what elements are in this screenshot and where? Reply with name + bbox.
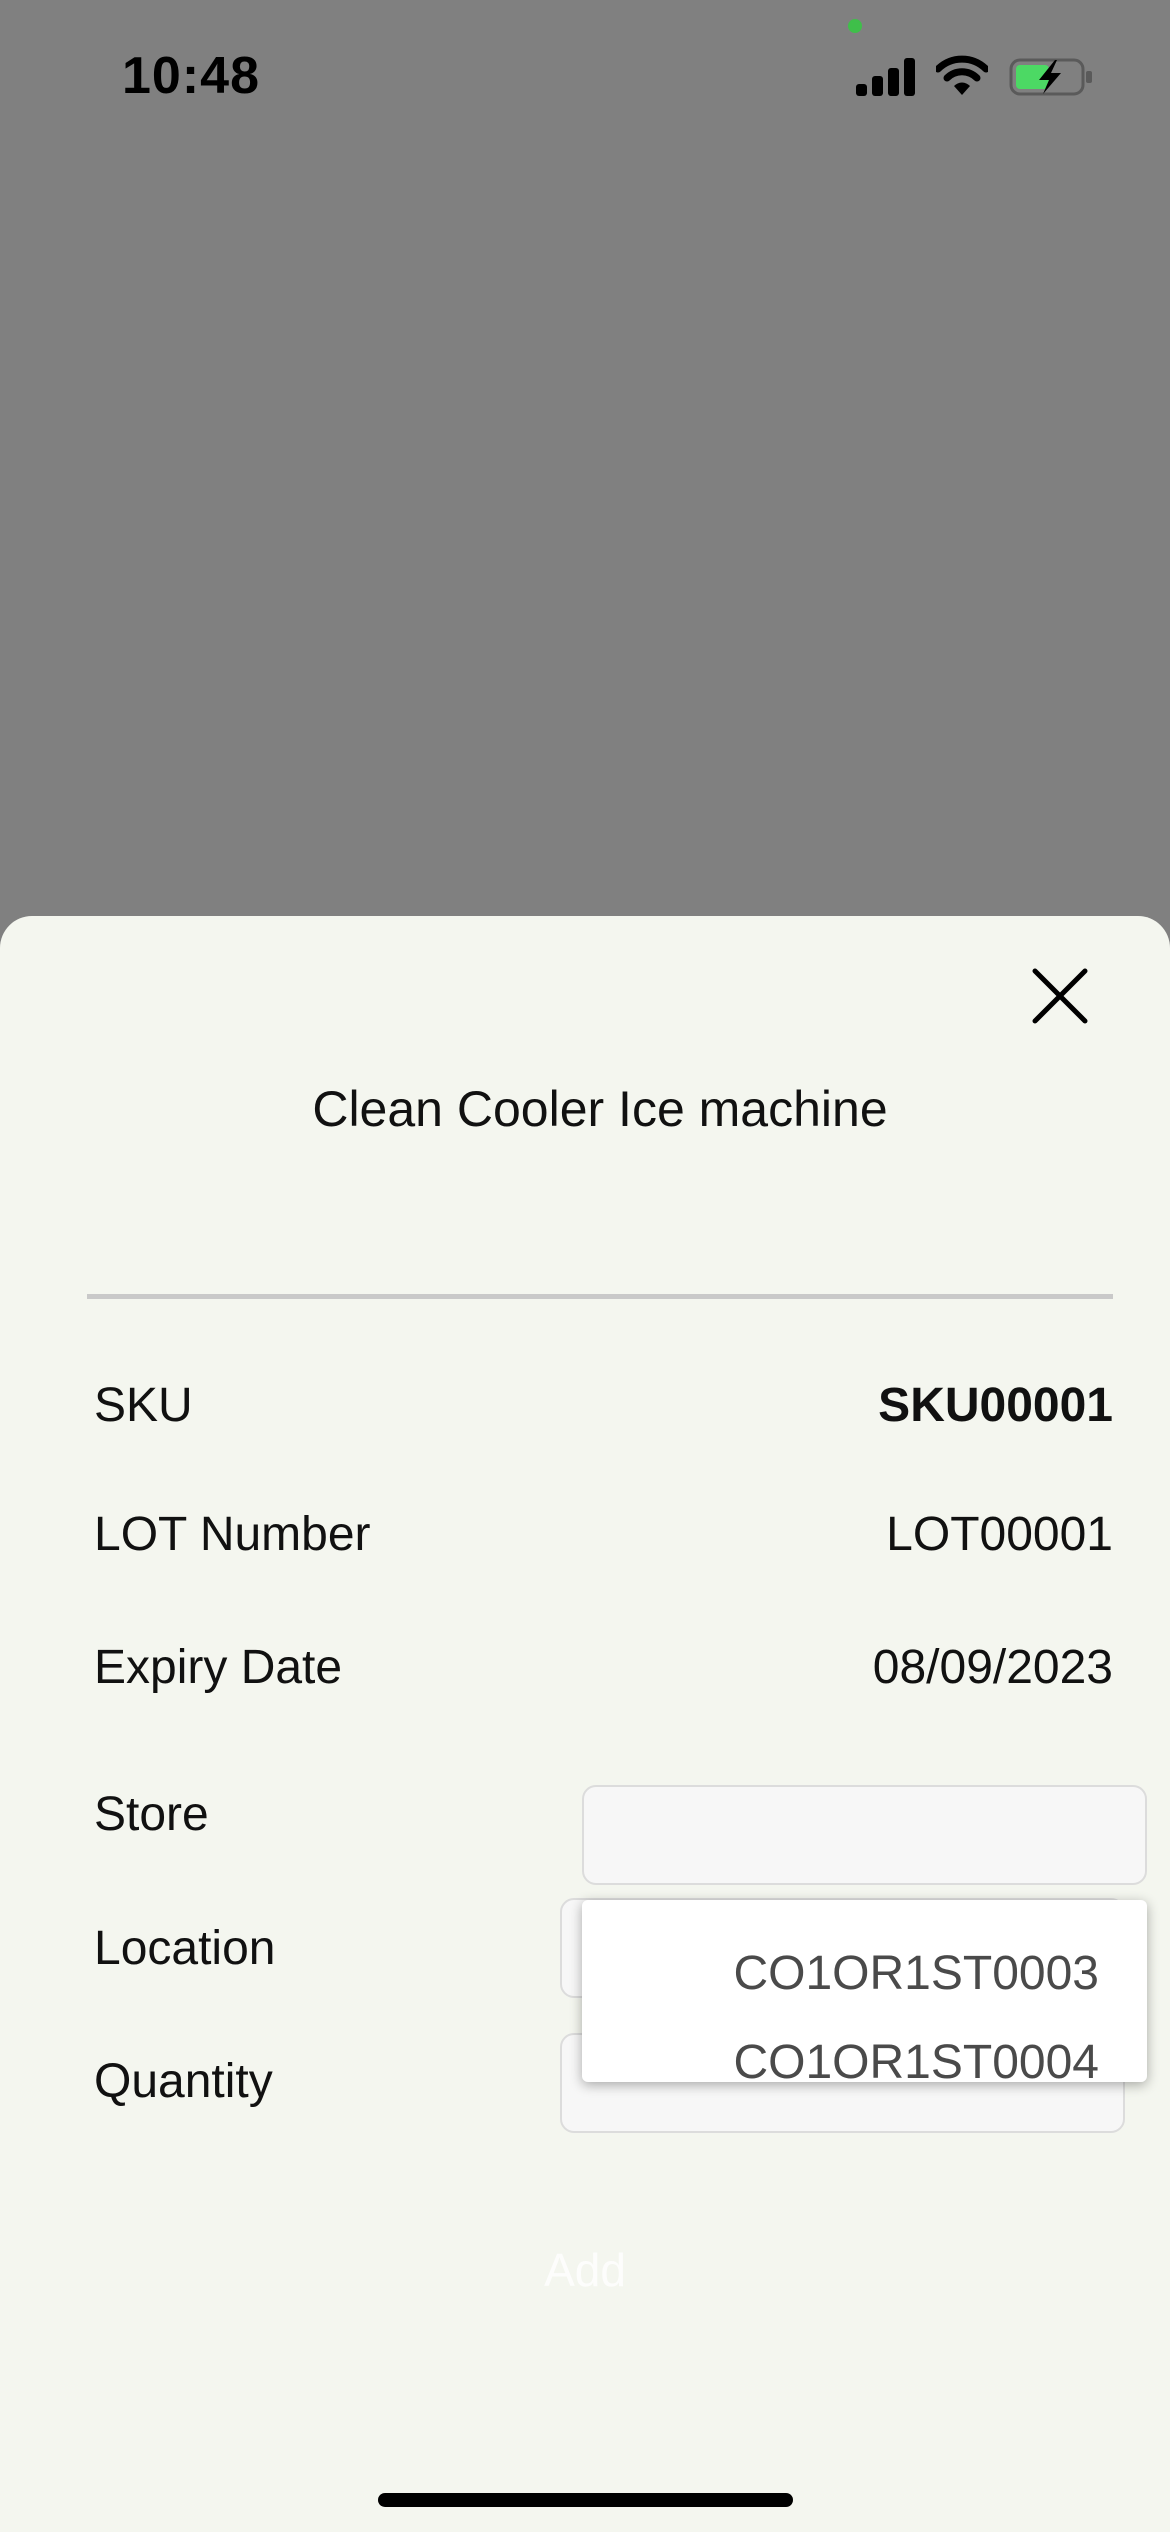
lot-number-label: LOT Number <box>94 1508 371 1561</box>
quantity-label: Quantity <box>94 2055 273 2108</box>
add-button[interactable]: Add <box>485 2230 685 2310</box>
location-dropdown-menu: CO1OR1ST0003 CO1OR1ST0004 <box>582 1900 1147 2089</box>
expiry-date-label: Expiry Date <box>94 1641 343 1694</box>
status-time: 10:48 <box>122 47 260 105</box>
expiry-date-value: 08/09/2023 <box>872 1641 1113 1694</box>
sku-label: SKU <box>94 1379 193 1432</box>
cellular-signal-icon <box>856 58 916 96</box>
wifi-icon <box>936 55 988 95</box>
status-bar: 10:48 <box>0 0 1170 150</box>
divider <box>87 1294 1113 1299</box>
location-option[interactable]: CO1OR1ST0003 <box>733 1946 1099 2001</box>
store-input[interactable] <box>582 1785 1147 1885</box>
close-icon[interactable] <box>1030 966 1090 1026</box>
battery-charging-icon <box>1009 58 1092 96</box>
location-label: Location <box>94 1922 276 1975</box>
store-label: Store <box>94 1788 209 1841</box>
sku-value: SKU00001 <box>878 1379 1113 1432</box>
lot-number-value: LOT00001 <box>886 1508 1113 1561</box>
location-option[interactable]: CO1OR1ST0004 <box>733 2035 1099 2090</box>
sheet-title: Clean Cooler Ice machine <box>312 1081 888 1137</box>
home-indicator[interactable] <box>378 2493 793 2507</box>
camera-indicator-dot <box>848 19 862 33</box>
